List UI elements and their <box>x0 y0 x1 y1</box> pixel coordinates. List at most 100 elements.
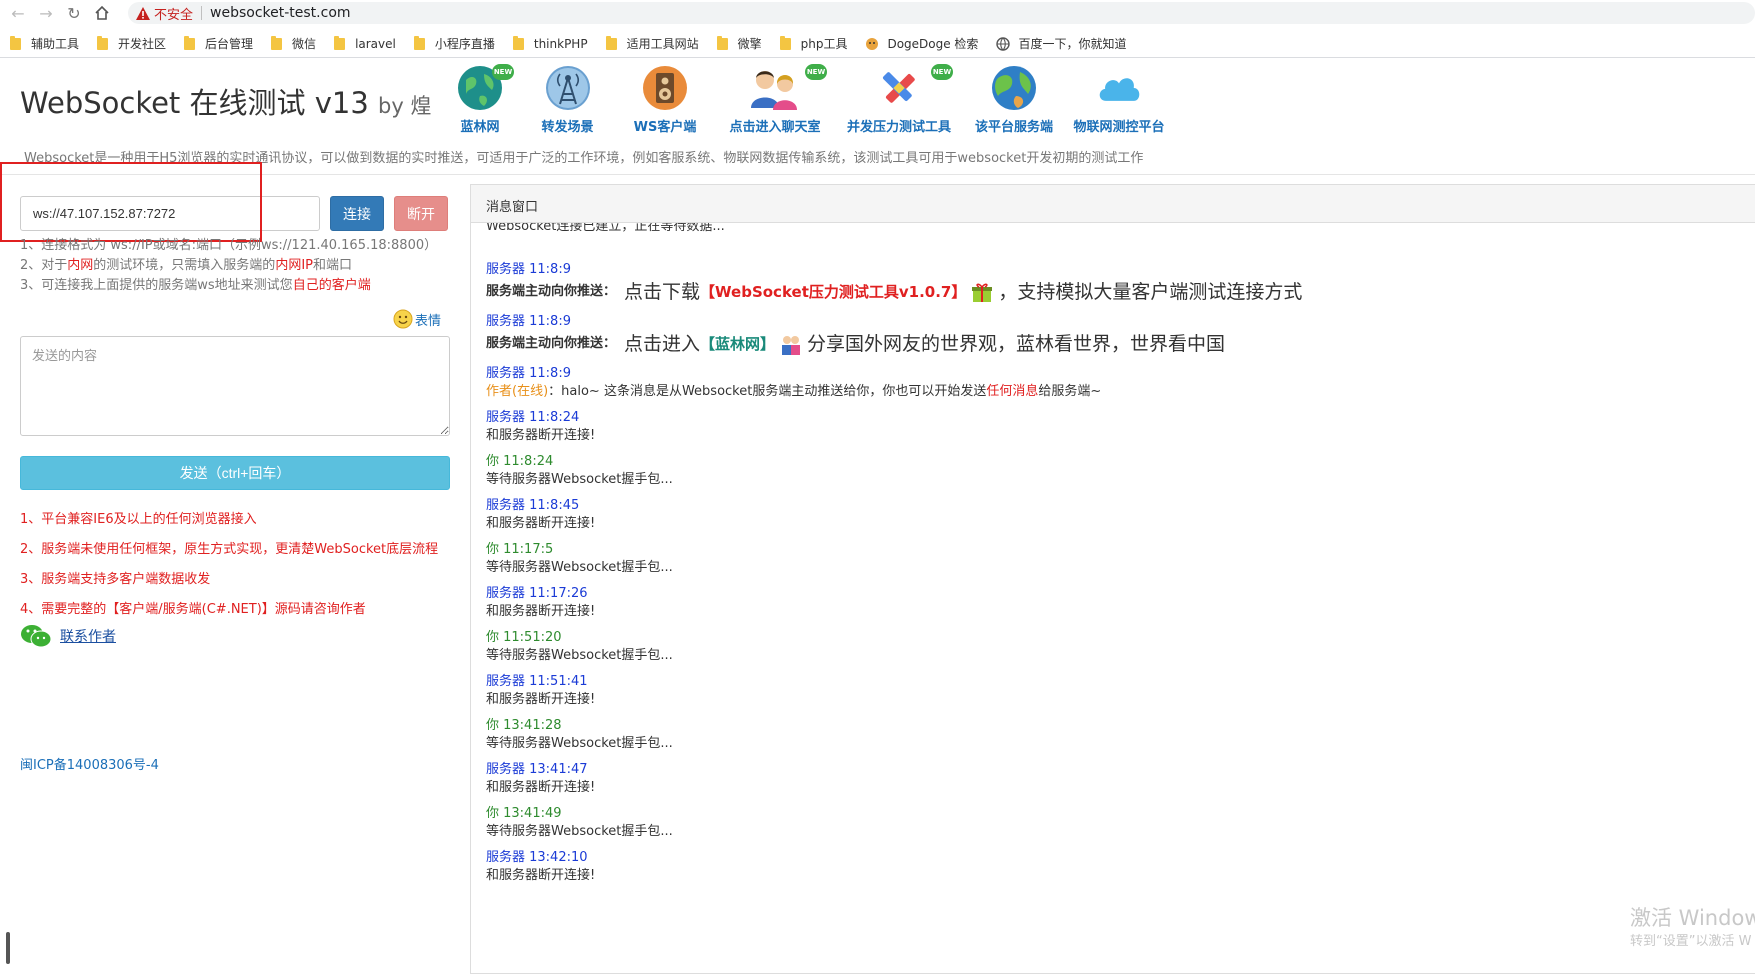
message-item: 你 13:41:49 等待服务器Websocket握手包... <box>486 805 1302 841</box>
url-text[interactable]: websocket-test.com <box>210 5 351 21</box>
message-item: 服务器 11:8:9 服务端主动向你推送： 点击进入 【蓝林网】 分享国外网友的… <box>486 313 1302 357</box>
message-item: 服务器 11:8:24 和服务器断开连接! <box>486 409 1302 445</box>
message-log[interactable]: Websocket连接已建立，正在等待数据... 服务器 11:8:9 服务端主… <box>486 223 1755 973</box>
globe-icon <box>990 64 1038 112</box>
ws-url-input[interactable] <box>20 196 320 231</box>
connection-tips: 1、连接格式为 ws://IP或域名:端口（示例ws://121.40.165.… <box>20 236 437 296</box>
message-text: Websocket连接已建立，正在等待数据... <box>486 223 725 234</box>
message-sender: 服务器 11:51:41 <box>486 674 588 689</box>
message-text: 等待服务器Websocket握手包... <box>486 648 673 663</box>
message-text: 等待服务器Websocket握手包... <box>486 560 673 575</box>
connect-button[interactable]: 连接 <box>330 196 384 231</box>
tip-line: 3、可连接我上面提供的服务端ws地址来测试您自己的客户端 <box>20 278 371 293</box>
message-window: 消息窗口 Websocket连接已建立，正在等待数据... 服务器 11:8:9… <box>470 184 1755 974</box>
feature-item: 4、需要完整的【客户端/服务端(C#.NET)】源码请咨询作者 <box>20 602 366 617</box>
wechat-icon <box>21 625 52 648</box>
omnibox[interactable]: 不安全 websocket-test.com <box>128 2 1755 24</box>
folder-icon <box>97 35 109 50</box>
message-text: 等待服务器Websocket握手包... <box>486 472 673 487</box>
bookmark-item[interactable]: 开发社区 <box>97 35 166 52</box>
message-history: 服务器 11:8:24 和服务器断开连接! 你 11:8:24 等待服务器Websoc… <box>486 409 1302 885</box>
nav-forward-scene[interactable]: 转发场景 <box>520 64 615 135</box>
address-bar: ← → ↻ 不安全 websocket-test.com <box>0 0 1755 26</box>
message-item: 服务器 11:8:9 服务端主动向你推送： 点击下载 【WebSocket压力测… <box>486 261 1302 305</box>
message-sender: 服务器 13:42:10 <box>486 850 588 865</box>
lanlin-link[interactable]: 【蓝林网】 <box>700 331 775 357</box>
page-title: WebSocket 在线测试 v13 by 煌 <box>20 86 432 120</box>
message-text: 和服务器断开连接! <box>486 604 596 619</box>
home-icon[interactable] <box>92 3 112 23</box>
push-message: 服务端主动向你推送： 点击下载 【WebSocket压力测试工具v1.0.7】 … <box>486 279 1303 305</box>
tip-line: 2、对于内网的测试环境，只需填入服务端的内网IP和端口 <box>20 258 353 273</box>
message-item: 服务器 13:42:10 和服务器断开连接! <box>486 849 1302 885</box>
speaker-icon <box>641 64 689 112</box>
page-description: Websocket是一种用于H5浏览器的实时通讯协议，可以做到数据的实时推送，可… <box>24 151 1144 166</box>
folder-icon <box>413 35 425 50</box>
download-stress-tool-link[interactable]: 【WebSocket压力测试工具v1.0.7】 <box>700 279 966 305</box>
bookmark-item[interactable]: 小程序直播 <box>413 35 495 52</box>
send-button[interactable]: 发送（ctrl+回车） <box>20 456 450 490</box>
disconnect-button[interactable]: 断开 <box>394 196 448 231</box>
nav-stress-test[interactable]: NEW 并发压力测试工具 <box>835 64 963 135</box>
bookmark-item[interactable]: laravel <box>334 35 396 51</box>
omnibox-divider <box>201 6 203 20</box>
tools-icon <box>875 64 923 112</box>
message-sender: 服务器 11:8:9 <box>486 262 571 277</box>
bookmarks-bar: 辅助工具 开发社区 后台管理 微信 laravel 小程序直播 thinkPHP… <box>0 30 1755 58</box>
scrollbar-thumb[interactable] <box>6 932 10 964</box>
message-text: 和服务器断开连接! <box>486 516 596 531</box>
nav-ws-client[interactable]: WS客户端 <box>615 64 715 135</box>
nav-platform-server[interactable]: 该平台服务端 <box>963 64 1065 135</box>
message-item: 服务器 11:8:9 作者(在线)：halo~ 这条消息是从Websocket服… <box>486 365 1302 401</box>
new-badge: NEW <box>805 64 827 80</box>
message-item: 你 13:41:28 等待服务器Websocket握手包... <box>486 717 1302 753</box>
bookmark-item[interactable]: php工具 <box>779 35 847 52</box>
folder-icon <box>605 35 617 50</box>
message-sender: 你 11:17:5 <box>486 542 554 557</box>
gift-icon <box>972 283 993 302</box>
message-text: 和服务器断开连接! <box>486 428 596 443</box>
message-text: 和服务器断开连接! <box>486 868 596 883</box>
contact-author: 联系作者 <box>20 623 116 649</box>
reload-icon[interactable]: ↻ <box>64 3 84 23</box>
send-content-textarea[interactable] <box>20 336 450 436</box>
feature-list: 1、平台兼容IE6及以上的任何浏览器接入 2、服务端未使用任何框架，原生方式实现… <box>20 505 438 625</box>
message-text: 和服务器断开连接! <box>486 780 596 795</box>
warning-icon <box>136 6 150 20</box>
message-sender: 服务器 11:8:45 <box>486 498 580 513</box>
bookmark-item[interactable]: 微信 <box>271 35 316 52</box>
message-sender: 你 11:8:24 <box>486 454 554 469</box>
nav-chatroom[interactable]: NEW 点击进入聊天室 <box>715 64 835 135</box>
smiley-icon <box>393 309 413 329</box>
message-item: 服务器 11:8:45 和服务器断开连接! <box>486 497 1302 533</box>
globe-icon <box>996 36 1011 51</box>
icp-link[interactable]: 闽ICP备14008306号-4 <box>20 754 159 773</box>
message-text: 等待服务器Websocket握手包... <box>486 736 673 751</box>
back-arrow-icon[interactable]: ← <box>8 3 28 23</box>
folder-icon <box>184 35 196 50</box>
message-text: 等待服务器Websocket握手包... <box>486 824 673 839</box>
top-nav: NEW 蓝林网 转发场景 WS客户端 NEW 点击进入聊天室 NEW 并发压力测… <box>440 64 1173 135</box>
message-item: 服务器 11:51:41 和服务器断开连接! <box>486 673 1302 709</box>
message-sender: 服务器 11:8:9 <box>486 366 571 381</box>
contact-author-link[interactable]: 联系作者 <box>60 626 116 646</box>
bookmark-item[interactable]: 后台管理 <box>184 35 253 52</box>
bookmark-item[interactable]: 微擎 <box>716 35 762 52</box>
nav-iot-platform[interactable]: 物联网测控平台 <box>1065 64 1173 135</box>
nav-lanlin[interactable]: NEW 蓝林网 <box>440 64 520 135</box>
bookmark-item[interactable]: 百度一下，你就知道 <box>996 35 1126 52</box>
message-sender: 服务器 11:8:9 <box>486 314 571 329</box>
people-icon <box>745 64 805 112</box>
bookmark-item[interactable]: 辅助工具 <box>10 35 79 52</box>
emoji-button[interactable]: 表情 <box>393 309 441 329</box>
bookmark-item[interactable]: DogeDoge 检索 <box>865 35 978 52</box>
bookmark-item[interactable]: thinkPHP <box>512 35 588 51</box>
message-text: 和服务器断开连接! <box>486 692 596 707</box>
folder-icon <box>10 35 21 50</box>
message-sender: 服务器 13:41:47 <box>486 762 588 777</box>
doge-icon <box>865 37 879 51</box>
forward-arrow-icon[interactable]: → <box>36 3 56 23</box>
bookmark-item[interactable]: 适用工具网站 <box>605 35 699 52</box>
insecure-label[interactable]: 不安全 <box>154 4 193 23</box>
message-item: 你 11:8:24 等待服务器Websocket握手包... <box>486 453 1302 489</box>
